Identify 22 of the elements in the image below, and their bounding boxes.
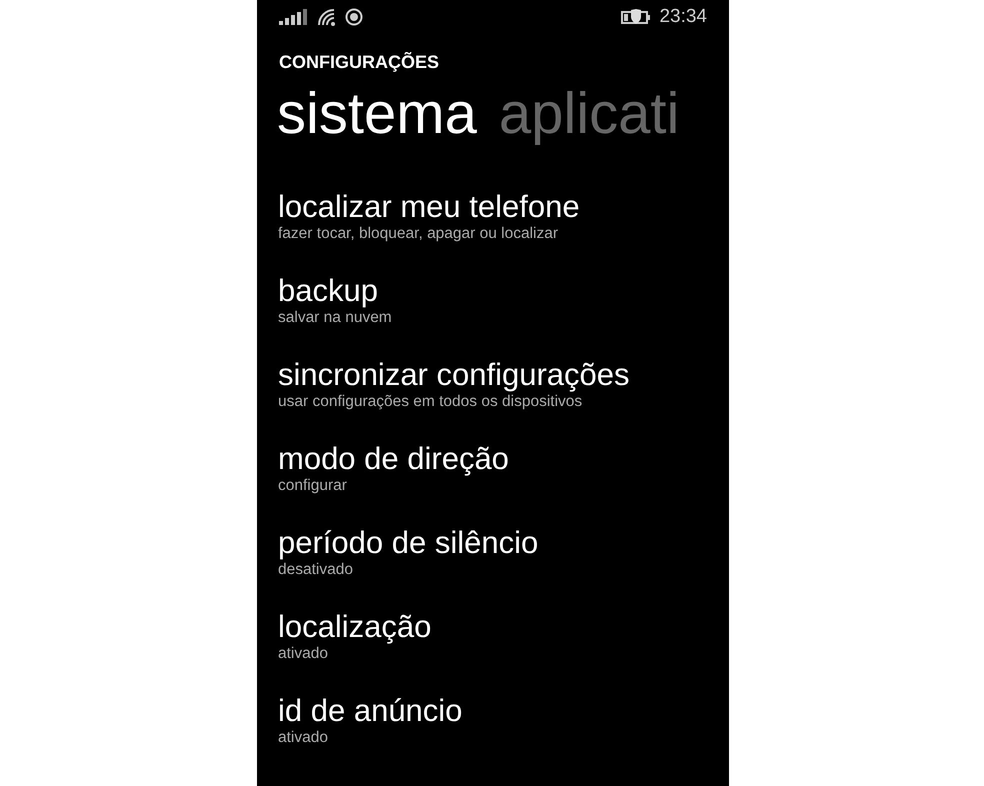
clock-time: 23:34 <box>659 6 707 28</box>
setting-title[interactable]: id de anúncio <box>278 693 462 729</box>
setting-subtitle: salvar na nuvem <box>278 309 392 327</box>
battery-icon <box>621 9 652 25</box>
setting-title[interactable]: localização <box>278 609 432 645</box>
setting-title[interactable]: sincronizar configurações <box>278 357 630 393</box>
pivot-tab[interactable]: sistema <box>277 81 477 147</box>
setting-subtitle: desativado <box>278 561 353 579</box>
setting-title[interactable]: localizar meu telefone <box>278 189 580 225</box>
setting-subtitle: usar configurações em todos os dispositivos <box>278 393 582 411</box>
pivot-tab[interactable]: aplicati <box>498 81 680 147</box>
setting-title[interactable]: período de silêncio <box>278 525 538 561</box>
record-icon <box>345 8 363 26</box>
wifi-icon <box>317 8 335 26</box>
setting-subtitle: ativado <box>278 645 328 663</box>
setting-title[interactable]: modo de direção <box>278 441 509 477</box>
setting-title[interactable]: backup <box>278 273 378 309</box>
signal-icon <box>279 9 307 25</box>
setting-subtitle: ativado <box>278 729 328 747</box>
setting-subtitle: configurar <box>278 477 347 495</box>
page-title: CONFIGURAÇÕES <box>279 52 440 73</box>
setting-subtitle: fazer tocar, bloquear, apagar ou localizar <box>278 225 558 243</box>
